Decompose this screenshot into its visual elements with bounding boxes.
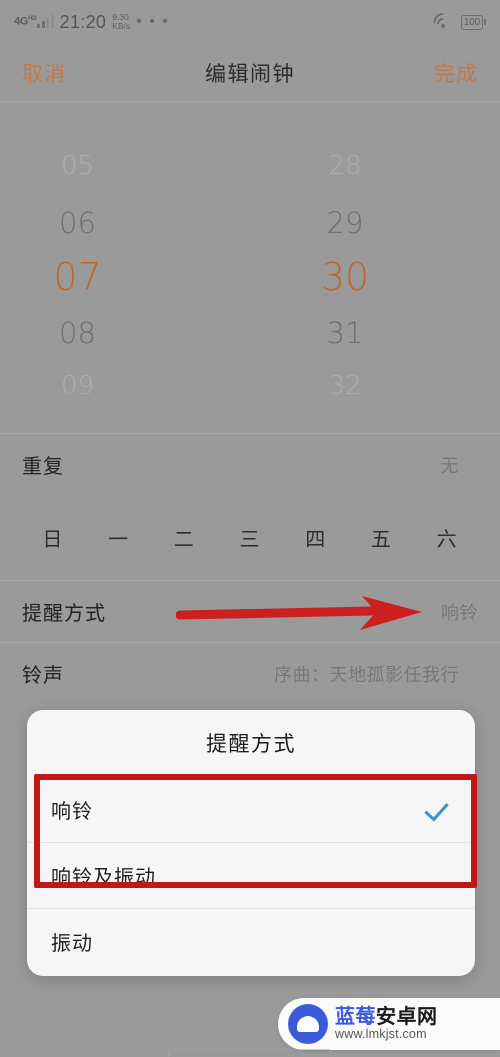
weekday-thu[interactable]: 四	[283, 523, 349, 552]
weekday-mon[interactable]: 一	[86, 523, 152, 552]
battery-level-label: 100	[460, 14, 483, 30]
time-picker[interactable]: 05 06 07 08 09 28 29 30 31 32	[0, 103, 500, 433]
minute-option[interactable]: 32	[250, 371, 500, 401]
hour-option[interactable]: 05	[0, 151, 250, 181]
watermark-site-name: 蓝莓安卓网	[335, 1005, 438, 1028]
hour-option[interactable]: 09	[0, 371, 250, 401]
status-bar-right: 100	[429, 9, 486, 36]
weekday-fri[interactable]: 五	[349, 523, 415, 552]
row-repeat[interactable]: 重复 无	[0, 433, 500, 495]
watermark: 蓝莓安卓网 www.lmkjst.com	[278, 998, 500, 1050]
status-bar-left: 4GHD 21:20 9.30 KB/s • • •	[14, 12, 169, 33]
network-speed: 9.30 KB/s	[112, 13, 130, 30]
minute-option[interactable]: 28	[250, 151, 500, 181]
wifi-icon	[429, 9, 457, 36]
more-dots-icon: • • •	[136, 13, 170, 31]
network-indicator: 4GHD	[14, 14, 54, 28]
navigation-header: 取消 编辑闹钟 完成	[0, 44, 500, 102]
watermark-name-blue: 蓝莓	[335, 1005, 376, 1028]
repeat-label: 重复	[22, 456, 64, 478]
minute-wheel[interactable]: 28 29 30 31 32	[250, 103, 500, 433]
dialog-option-ring-and-vibrate[interactable]: 响铃及振动	[27, 842, 475, 908]
chevron-right-icon	[467, 458, 480, 471]
alert-type-dialog: 提醒方式 响铃 响铃及振动 振动	[27, 710, 475, 976]
dialog-title: 提醒方式	[206, 733, 296, 756]
hour-option[interactable]: 08	[0, 316, 250, 350]
done-button[interactable]: 完成	[434, 58, 478, 88]
status-clock: 21:20	[59, 11, 107, 32]
chevron-right-icon	[467, 667, 480, 680]
dialog-option-vibrate[interactable]: 振动	[27, 908, 475, 974]
phone-screen: 4GHD 21:20 9.30 KB/s • • • 100 取消 编辑闹钟 完…	[0, 0, 500, 1057]
dialog-option-label: 响铃	[51, 800, 93, 823]
weekday-selector[interactable]: 日 一 二 三 四 五 六	[0, 495, 500, 580]
watermark-url: www.lmkjst.com	[335, 1026, 427, 1041]
minute-option[interactable]: 31	[250, 316, 500, 350]
minute-option-selected[interactable]: 30	[250, 255, 500, 299]
ringtone-value: 序曲：天地孤影任我行	[274, 664, 459, 685]
minute-option[interactable]: 29	[250, 206, 500, 240]
dialog-option-label: 响铃及振动	[51, 867, 156, 889]
ringtone-label: 铃声	[22, 665, 64, 687]
weekday-wed[interactable]: 三	[217, 523, 283, 552]
android-logo-icon	[288, 1004, 328, 1044]
hour-wheel[interactable]: 05 06 07 08 09	[0, 103, 250, 433]
dialog-option-ring[interactable]: 响铃	[27, 776, 475, 842]
battery-icon: 100	[460, 14, 486, 30]
bottom-partial-element	[168, 1049, 332, 1057]
signal-bars-icon	[37, 14, 54, 28]
alert-type-label: 提醒方式	[22, 603, 106, 625]
repeat-value: 无	[440, 455, 459, 476]
network-speed-unit: KB/s	[112, 21, 131, 31]
check-icon	[425, 796, 451, 822]
network-type-label: 4GHD	[14, 15, 37, 28]
network-hd-label: HD	[28, 16, 37, 23]
weekday-sat[interactable]: 六	[414, 523, 480, 552]
status-bar: 4GHD 21:20 9.30 KB/s • • • 100	[0, 0, 500, 44]
hour-option-selected[interactable]: 07	[0, 255, 250, 299]
page-title: 编辑闹钟	[205, 62, 295, 86]
dialog-option-label: 振动	[51, 933, 93, 955]
alert-type-value: 响铃	[441, 602, 478, 623]
weekday-tue[interactable]: 二	[151, 523, 217, 552]
cancel-button[interactable]: 取消	[22, 58, 66, 88]
watermark-text: 蓝莓安卓网 www.lmkjst.com	[335, 1005, 438, 1041]
watermark-name-dark: 安卓网	[376, 1005, 438, 1028]
row-alert-type[interactable]: 提醒方式 响铃	[0, 580, 500, 642]
hour-option[interactable]: 06	[0, 206, 250, 240]
weekday-sun[interactable]: 日	[20, 523, 86, 552]
row-ringtone[interactable]: 铃声 序曲：天地孤影任我行	[0, 642, 500, 704]
